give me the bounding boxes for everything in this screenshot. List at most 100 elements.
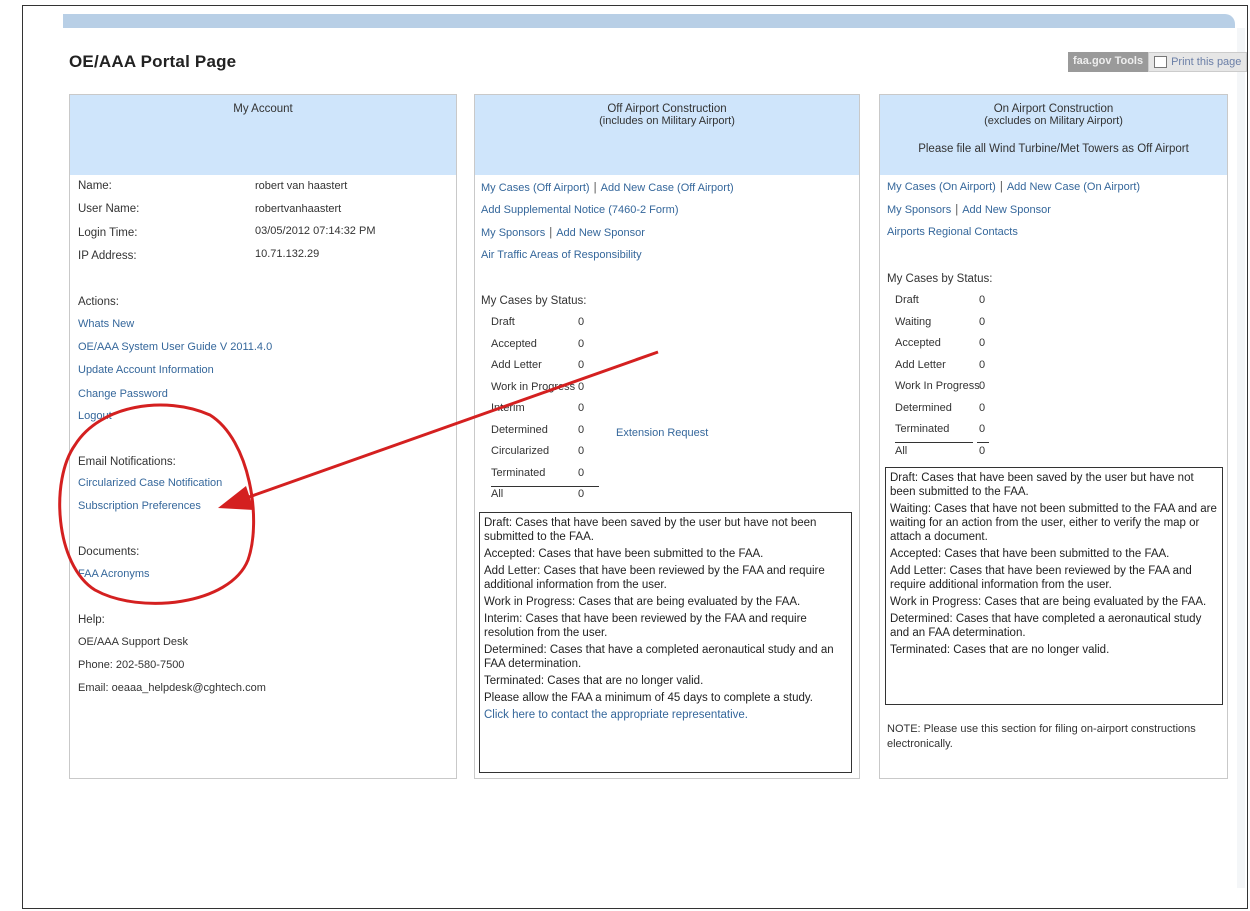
status-row: Accepted 0 xyxy=(491,338,601,360)
on-airport-wind-turbine-note: Please file all Wind Turbine/Met Towers … xyxy=(918,143,1189,155)
status-count: 0 xyxy=(578,402,585,414)
subscription-preferences-link[interactable]: Subscription Preferences xyxy=(78,500,201,512)
account-field-value: robert van haastert xyxy=(255,180,348,192)
status-count: 0 xyxy=(578,316,585,328)
status-name: Accepted xyxy=(895,337,941,349)
add-supplemental-notice-link[interactable]: Add Supplemental Notice (7460-2 Form) xyxy=(481,204,678,216)
definition-text: Draft: Cases that have been saved by the… xyxy=(484,517,817,543)
definition-text: Determined: Cases that have completed a … xyxy=(890,613,1202,639)
definition-text: Terminated: Cases that are no longer val… xyxy=(484,675,704,687)
status-row: Determined 0 xyxy=(491,424,601,446)
on-airport-link-row: Airports Regional Contacts xyxy=(887,226,1018,238)
definition-text: Determined: Cases that have a completed … xyxy=(484,644,834,670)
page-tools: faa.gov Tools Print this page xyxy=(1068,52,1248,72)
status-row: Work in Progress 0 xyxy=(491,381,601,403)
vertical-scrollbar[interactable] xyxy=(1237,28,1245,888)
status-count: 0 xyxy=(979,315,986,328)
definition-text: Waiting: Cases that have not been submit… xyxy=(890,503,1217,543)
definition-text: Accepted: Cases that have been submitted… xyxy=(890,548,1170,560)
account-field-value: 10.71.132.29 xyxy=(255,248,320,260)
status-name: Work in Progress xyxy=(491,380,576,393)
status-name: Circularized xyxy=(491,445,550,457)
account-field-label: Name: xyxy=(78,180,112,192)
update-account-link[interactable]: Update Account Information xyxy=(78,364,214,376)
off-airport-status-definitions: Draft: Cases that have been saved by the… xyxy=(479,512,852,773)
account-field-value: robertvanhaastert xyxy=(255,203,342,215)
definition-text: Accepted: Cases that have been submitted… xyxy=(484,548,764,560)
off-airport-header: Off Airport Construction (includes on Mi… xyxy=(475,95,859,175)
status-name: Draft xyxy=(895,294,919,306)
status-row: Determined 0 xyxy=(895,402,995,424)
add-new-case-on-airport-link[interactable]: Add New Case (On Airport) xyxy=(1007,181,1140,193)
definition-text: Add Letter: Cases that have been reviewe… xyxy=(484,565,825,591)
status-name: Terminated xyxy=(895,423,950,435)
help-label: Help: xyxy=(78,614,105,626)
account-field-label: Login Time: xyxy=(78,227,138,239)
definition-text: Interim: Cases that have been reviewed b… xyxy=(484,613,807,639)
status-total-rule xyxy=(977,442,989,443)
my-account-header: My Account xyxy=(70,95,456,175)
on-airport-subtitle: (excludes on Military Airport) xyxy=(984,115,1123,127)
status-row: Add Letter 0 xyxy=(491,359,601,381)
status-name: Add Letter xyxy=(491,359,542,371)
help-line: Phone: 202-580-7500 xyxy=(78,659,185,671)
status-row: All 0 xyxy=(491,488,601,510)
my-sponsors-link[interactable]: My Sponsors xyxy=(481,227,545,239)
extension-request-link[interactable]: Extension Request xyxy=(616,427,708,439)
help-line: Email: oeaaa_helpdesk@cghtech.com xyxy=(78,682,266,694)
top-banner-bar xyxy=(63,14,1235,28)
status-name: Determined xyxy=(491,423,548,436)
my-cases-on-airport-link[interactable]: My Cases (On Airport) xyxy=(887,181,996,193)
status-row: Terminated 0 xyxy=(491,467,601,489)
status-count: 0 xyxy=(979,380,986,392)
definition-text: Draft: Cases that have been saved by the… xyxy=(890,472,1194,498)
account-field-label: User Name: xyxy=(78,203,140,215)
printer-icon xyxy=(1154,56,1168,68)
circularized-case-notification-link[interactable]: Circularized Case Notification xyxy=(78,477,222,489)
definition-text: Work in Progress: Cases that are being e… xyxy=(484,596,801,608)
faa-tools-button[interactable]: faa.gov Tools xyxy=(1068,52,1149,72)
my-cases-off-airport-link[interactable]: My Cases (Off Airport) xyxy=(481,182,590,194)
contact-representative-link[interactable]: Click here to contact the appropriate re… xyxy=(484,708,847,722)
status-row: Waiting 0 xyxy=(895,316,995,338)
status-row: Circularized 0 xyxy=(491,445,601,467)
status-name: Draft xyxy=(491,316,515,328)
my-account-panel: My Account xyxy=(69,94,457,779)
status-name: All xyxy=(491,488,504,500)
on-airport-link-row: My Cases (On Airport) | Add New Case (On A… xyxy=(887,181,1141,193)
change-password-link[interactable]: Change Password xyxy=(78,388,168,400)
status-count: 0 xyxy=(578,466,585,479)
status-name: Terminated xyxy=(491,466,546,479)
account-field-value: 03/05/2012 07:14:32 PM xyxy=(255,225,376,237)
documents-label: Documents: xyxy=(78,546,140,558)
on-airport-status-definitions: Draft: Cases that have been saved by the… xyxy=(885,467,1223,705)
my-sponsors-link[interactable]: My Sponsors xyxy=(887,204,951,216)
status-count: 0 xyxy=(979,444,986,457)
email-notifications-label: Email Notifications: xyxy=(78,456,176,468)
air-traffic-areas-link[interactable]: Air Traffic Areas of Responsibility xyxy=(481,249,642,261)
status-name: Interim xyxy=(491,402,525,414)
add-new-sponsor-link[interactable]: Add New Sponsor xyxy=(556,227,645,239)
faa-acronyms-link[interactable]: FAA Acronyms xyxy=(78,568,150,580)
add-new-case-off-airport-link[interactable]: Add New Case (Off Airport) xyxy=(601,182,734,194)
add-new-sponsor-link[interactable]: Add New Sponsor xyxy=(962,204,1051,216)
airports-regional-contacts-link[interactable]: Airports Regional Contacts xyxy=(887,226,1018,238)
status-total-rule xyxy=(491,486,599,487)
off-airport-link-row: Air Traffic Areas of Responsibility xyxy=(481,249,642,261)
status-count: 0 xyxy=(979,294,986,306)
status-name: Determined xyxy=(895,401,952,414)
status-total-rule xyxy=(895,442,973,443)
on-airport-status-label: My Cases by Status: xyxy=(887,273,993,285)
definition-text: Work in Progress: Cases that are being e… xyxy=(890,596,1207,608)
status-count: 0 xyxy=(979,423,986,435)
user-guide-link[interactable]: OE/AAA System User Guide V 2011.4.0 xyxy=(78,341,272,353)
status-count: 0 xyxy=(578,337,585,350)
status-name: Work In Progress xyxy=(895,380,980,392)
definition-text: Add Letter: Cases that have been reviewe… xyxy=(890,565,1192,591)
definition-text: Please allow the FAA a minimum of 45 day… xyxy=(484,692,813,704)
page-title: OE/AAA Portal Page xyxy=(69,52,237,71)
whats-new-link[interactable]: Whats New xyxy=(78,318,134,330)
logout-link[interactable]: Logout xyxy=(78,410,112,422)
off-airport-link-row: My Sponsors | Add New Sponsor xyxy=(481,227,645,239)
print-page-button[interactable]: Print this page xyxy=(1148,52,1248,72)
